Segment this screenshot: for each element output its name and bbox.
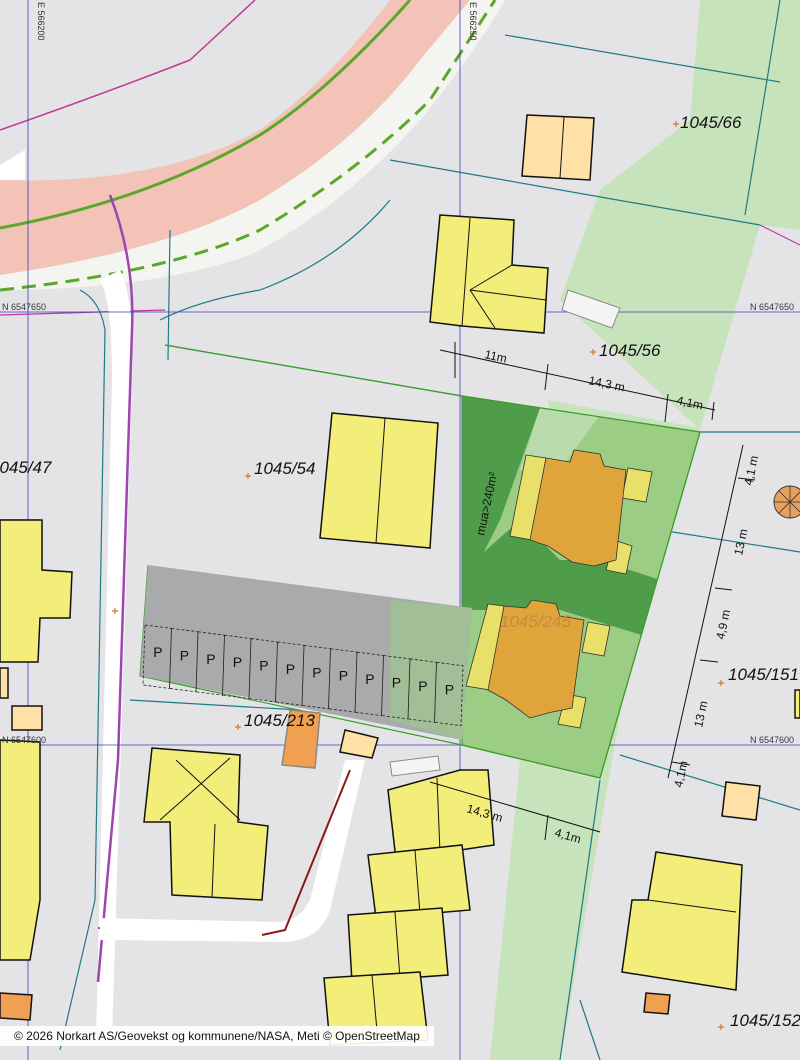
parcel-label: 1045/54 xyxy=(254,459,315,478)
dimension-label: 4,9 m xyxy=(713,608,733,640)
grid-label: N 6547600 xyxy=(2,735,46,745)
building-1045-151-small xyxy=(794,689,800,719)
dimension-label: 13 m xyxy=(731,528,750,557)
parking-stall-label: P xyxy=(286,661,295,677)
building-small xyxy=(11,705,43,731)
grid-label: E 566200 xyxy=(36,2,46,41)
building-1045-47 xyxy=(0,519,73,663)
dimension-label: 4,1 m xyxy=(741,454,761,486)
parking-stall-label: P xyxy=(180,647,189,663)
parking-stall-label: P xyxy=(418,678,427,694)
parcel-label: 1045/151 xyxy=(728,665,799,684)
building-south-west xyxy=(143,747,269,901)
building-1045-66 xyxy=(521,114,595,181)
building-small xyxy=(0,992,33,1021)
map-canvas[interactable]: P P P P P P P P P P P P 1045/66 1045/56 1045/54 045… xyxy=(0,0,800,1060)
parcel-label: 1045/152 xyxy=(730,1011,800,1030)
grid-label: N 6547650 xyxy=(750,302,794,312)
parcel-label: 1045/56 xyxy=(599,341,661,360)
playground-icon xyxy=(773,485,800,519)
parcel-label: 1045/66 xyxy=(680,113,742,132)
parking-stall-label: P xyxy=(153,644,162,660)
map-attribution: © 2026 Norkart AS/Geovekst og kommunene/… xyxy=(0,1026,434,1046)
parking-stall-label: P xyxy=(392,675,401,691)
parking-stall-label: P xyxy=(206,651,215,667)
parking-stall-label: P xyxy=(259,658,268,674)
parking-stall-label: P xyxy=(445,681,454,697)
shed-white xyxy=(389,755,441,777)
building-small-garage xyxy=(339,729,379,759)
grid-label: N 6547600 xyxy=(750,735,794,745)
building-west-bottom xyxy=(0,739,41,961)
parcel-label: 1045/47 xyxy=(0,458,52,477)
dimension-label: 4,1m xyxy=(671,760,690,789)
road-shoulder xyxy=(0,150,25,180)
parking-stall-label: P xyxy=(233,654,242,670)
dimension-label: 13 m xyxy=(691,700,710,729)
parking-stall-label: P xyxy=(339,668,348,684)
building-small-east xyxy=(721,781,761,821)
parcel-label: 1045/245 xyxy=(500,612,571,631)
parcel-label: 1045/213 xyxy=(244,711,315,730)
building-small-orange xyxy=(643,992,671,1015)
grid-label: E 566250 xyxy=(468,2,478,41)
building-1045-56 xyxy=(429,214,549,334)
dimension-label: 14,3 m xyxy=(587,373,626,394)
parking-stall-label: P xyxy=(365,671,374,687)
building-small xyxy=(0,667,9,699)
parking-area-transition xyxy=(390,600,472,740)
building-east-large xyxy=(621,851,743,991)
building-1045-54 xyxy=(319,412,439,549)
map-layer: P P P P P P P P P P P P 1045/66 1045/56 1045/54 045… xyxy=(0,0,800,1060)
grid-label: N 6547650 xyxy=(2,302,46,312)
dimension-label: 11m xyxy=(483,347,508,365)
parking-stall-label: P xyxy=(312,664,321,680)
